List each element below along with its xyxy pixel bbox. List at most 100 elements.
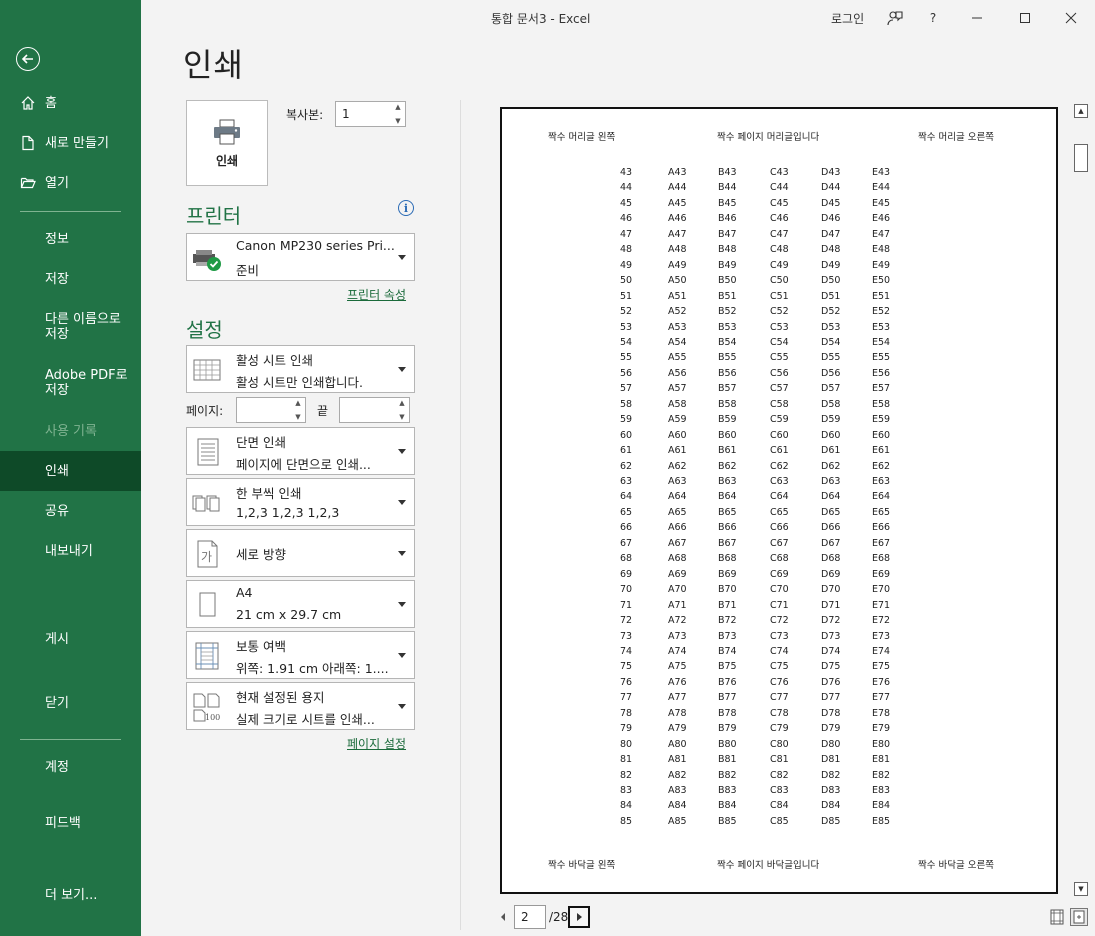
sidebar-item-account[interactable]: 계정	[0, 747, 141, 787]
backstage-sidebar: 홈 새로 만들기 열기 정보 저장 다른 이름으로 저장 Adobe PDF로 …	[0, 0, 141, 936]
zoom-to-page-icon[interactable]	[1070, 908, 1088, 926]
preview-cell: B82	[718, 769, 737, 781]
title-bar: 통합 문서3 - Excel 로그인 ?	[141, 0, 1095, 36]
sidebar-item-export[interactable]: 내보내기	[0, 531, 141, 571]
paper-size-dropdown[interactable]: A4 21 cm x 29.7 cm	[186, 580, 415, 628]
printer-dropdown[interactable]: Canon MP230 series Pri... 준비	[186, 233, 415, 281]
sidebar-item-save-adobe-pdf[interactable]: Adobe PDF로 저장	[0, 361, 141, 405]
sidebar-item-open[interactable]: 열기	[0, 163, 141, 203]
preview-cell: C53	[770, 321, 789, 333]
preview-scrollbar[interactable]: ▲ ▼	[1072, 100, 1090, 898]
info-icon[interactable]: i	[398, 200, 414, 216]
back-arrow-icon[interactable]	[16, 47, 40, 71]
orientation-title: 세로 방향	[236, 547, 286, 562]
pages-from-input[interactable]: ▲ ▼	[236, 397, 306, 423]
printer-properties-link[interactable]: 프린터 속성	[347, 286, 406, 303]
row-number: 55	[620, 352, 633, 364]
previous-page-icon[interactable]	[498, 910, 508, 924]
help-button[interactable]: ?	[921, 6, 945, 30]
print-what-title: 활성 시트 인쇄	[236, 353, 313, 368]
sidebar-item-home[interactable]: 홈	[0, 83, 141, 123]
sidebar-item-save-as[interactable]: 다른 이름으로 저장	[0, 305, 141, 349]
row-number: 46	[620, 213, 633, 225]
sides-dropdown[interactable]: 단면 인쇄 페이지에 단면으로 인쇄...	[186, 427, 415, 475]
preview-cell: A56	[668, 367, 687, 379]
row-number: 68	[620, 553, 633, 565]
coauthor-icon[interactable]	[883, 6, 907, 30]
sidebar-item-share[interactable]: 공유	[0, 491, 141, 531]
scaling-dropdown[interactable]: 100 현재 설정된 용지 실제 크기로 시트를 인쇄...	[186, 682, 415, 730]
copies-stepper[interactable]: 1 ▲ ▼	[335, 101, 406, 127]
page-setup-link[interactable]: 페이지 설정	[347, 735, 406, 752]
orientation-dropdown[interactable]: 가 세로 방향	[186, 529, 415, 577]
print-button[interactable]: 인쇄	[186, 100, 268, 186]
pages-to-input[interactable]: ▲ ▼	[339, 397, 410, 423]
preview-cell: C77	[770, 692, 789, 704]
preview-cell: A62	[668, 460, 687, 472]
chevron-down-icon	[398, 551, 406, 556]
sidebar-item-close[interactable]: 닫기	[0, 683, 141, 723]
preview-cell: A80	[668, 738, 687, 750]
preview-cell: D68	[821, 553, 841, 565]
preview-cell: C58	[770, 398, 789, 410]
row-number: 43	[620, 167, 633, 178]
row-number: 66	[620, 522, 633, 534]
print-button-label: 인쇄	[215, 153, 239, 168]
preview-cell: E48	[872, 244, 891, 256]
scroll-up-icon[interactable]: ▲	[1074, 104, 1088, 118]
row-number: 78	[620, 707, 633, 719]
paper-size-desc: 21 cm x 29.7 cm	[236, 607, 342, 622]
sidebar-item-print[interactable]: 인쇄	[0, 451, 141, 491]
row-number: 51	[620, 290, 633, 302]
margins-dropdown[interactable]: 보통 여백 위쪽: 1.91 cm 아래쪽: 1....	[186, 631, 415, 679]
preview-cell: B55	[718, 352, 737, 364]
preview-cell: C81	[770, 754, 789, 766]
sidebar-item-new[interactable]: 새로 만들기	[0, 123, 141, 163]
spin-up-icon[interactable]: ▲	[395, 103, 400, 111]
row-number: 84	[620, 800, 633, 812]
maximize-button[interactable]	[1013, 6, 1037, 30]
close-button[interactable]	[1059, 6, 1083, 30]
sidebar-item-more[interactable]: 더 보기...	[0, 875, 141, 915]
sidebar-item-publish[interactable]: 게시	[0, 619, 141, 659]
preview-cell: B85	[718, 815, 737, 827]
spin-down-icon[interactable]: ▼	[295, 413, 300, 421]
next-page-icon[interactable]	[568, 906, 590, 928]
minimize-button[interactable]	[965, 6, 989, 30]
preview-cell: E60	[872, 429, 891, 441]
spin-up-icon[interactable]: ▲	[295, 399, 300, 407]
preview-cell: B49	[718, 259, 737, 271]
sidebar-item-label: 새로 만들기	[45, 135, 109, 151]
sidebar-divider	[20, 211, 121, 212]
spin-down-icon[interactable]: ▼	[399, 413, 404, 421]
preview-cell: D76	[821, 676, 841, 688]
scroll-down-icon[interactable]: ▼	[1074, 882, 1088, 896]
preview-cell: C62	[770, 460, 789, 472]
preview-cell: E68	[872, 553, 891, 565]
preview-cell: C64	[770, 491, 789, 503]
print-what-dropdown[interactable]: 활성 시트 인쇄 활성 시트만 인쇄합니다.	[186, 345, 415, 393]
pages-label: 페이지:	[186, 404, 224, 418]
row-number: 70	[620, 584, 633, 596]
preview-cell: B73	[718, 630, 737, 642]
scroll-thumb[interactable]	[1074, 144, 1088, 172]
collation-dropdown[interactable]: 한 부씩 인쇄 1,2,3 1,2,3 1,2,3	[186, 478, 415, 526]
spin-down-icon[interactable]: ▼	[395, 117, 400, 125]
preview-cell: D57	[821, 383, 841, 395]
sign-in-button[interactable]: 로그인	[831, 6, 864, 30]
sidebar-item-save[interactable]: 저장	[0, 259, 141, 299]
preview-cell: A52	[668, 306, 687, 318]
preview-cell: B71	[718, 599, 737, 611]
sidebar-item-info[interactable]: 정보	[0, 219, 141, 259]
show-margins-icon[interactable]	[1048, 908, 1066, 926]
preview-cell: C74	[770, 645, 789, 657]
preview-cell: B75	[718, 661, 737, 673]
sidebar-item-feedback[interactable]: 피드백	[0, 803, 141, 843]
preview-cell: E76	[872, 676, 891, 688]
paper-size-title: A4	[236, 585, 253, 600]
preview-cell: B84	[718, 800, 737, 812]
current-page-input[interactable]: 2	[514, 905, 546, 929]
preview-cell: D46	[821, 213, 841, 225]
spin-up-icon[interactable]: ▲	[399, 399, 404, 407]
preview-cell: B66	[718, 522, 737, 534]
